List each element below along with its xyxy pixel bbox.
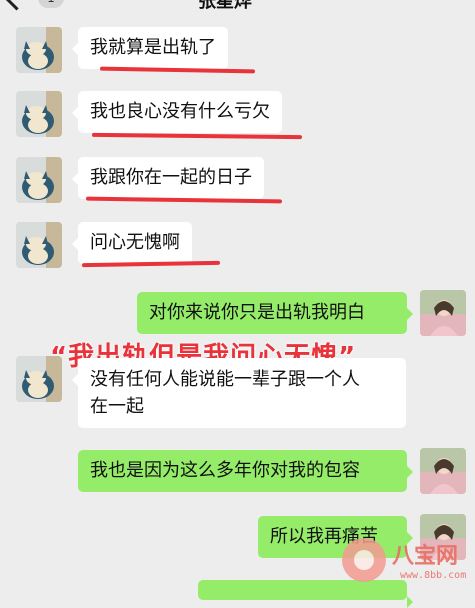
- message-bubble[interactable]: 我也是因为这么多年你对我的包容: [78, 450, 413, 492]
- contact-avatar[interactable]: [16, 91, 62, 137]
- message-text: 我就算是出轨了: [90, 37, 216, 58]
- unread-count-badge: 1: [38, 0, 64, 8]
- site-watermark: 八宝网 www.8bb.com: [340, 534, 475, 589]
- watermark-name: 八宝网: [392, 544, 459, 569]
- message-bubble[interactable]: 问心无愧啊: [72, 222, 192, 264]
- user-photo-avatar-icon: [420, 290, 466, 336]
- chat-header: 1 张星烨: [0, 0, 475, 14]
- snorlax-avatar-icon: [16, 222, 62, 268]
- contact-avatar[interactable]: [16, 222, 62, 268]
- message-text-line: 在一起: [90, 396, 144, 417]
- snorlax-avatar-icon: [16, 157, 62, 203]
- message-text: 我也良心没有什么亏欠: [90, 101, 270, 122]
- user-avatar[interactable]: [420, 448, 466, 494]
- chevron-left-icon[interactable]: [4, 0, 29, 11]
- message-text: 问心无愧啊: [90, 232, 180, 253]
- message-text: 对你来说你只是出轨我明白: [149, 302, 365, 323]
- message-text-line: 没有任何人能说能一辈子跟一个人: [90, 369, 360, 390]
- message-text: 我跟你在一起的日子: [90, 167, 252, 188]
- message-text: 我也是因为这么多年你对我的包容: [90, 460, 360, 481]
- user-avatar[interactable]: [420, 290, 466, 336]
- watermark-url: www.8bb.com: [400, 570, 467, 581]
- user-photo-avatar-icon: [420, 448, 466, 494]
- contact-avatar[interactable]: [16, 27, 62, 73]
- message-bubble[interactable]: 没有任何人能说能一辈子跟一个人 在一起: [72, 358, 406, 428]
- red-underline: [91, 132, 303, 140]
- snorlax-avatar-icon: [16, 27, 62, 73]
- message-bubble[interactable]: 对你来说你只是出轨我明白: [137, 292, 413, 334]
- message-bubble[interactable]: 我也良心没有什么亏欠: [72, 91, 282, 133]
- snorlax-avatar-icon: [16, 91, 62, 137]
- contact-avatar[interactable]: [16, 356, 62, 402]
- watermark-logo-icon: [342, 538, 386, 582]
- snorlax-avatar-icon: [16, 356, 62, 402]
- message-bubble[interactable]: 我跟你在一起的日子: [72, 157, 264, 199]
- contact-avatar[interactable]: [16, 157, 62, 203]
- chat-title: 张星烨: [198, 0, 252, 12]
- red-underline: [99, 66, 256, 74]
- message-bubble[interactable]: 我就算是出轨了: [72, 27, 228, 69]
